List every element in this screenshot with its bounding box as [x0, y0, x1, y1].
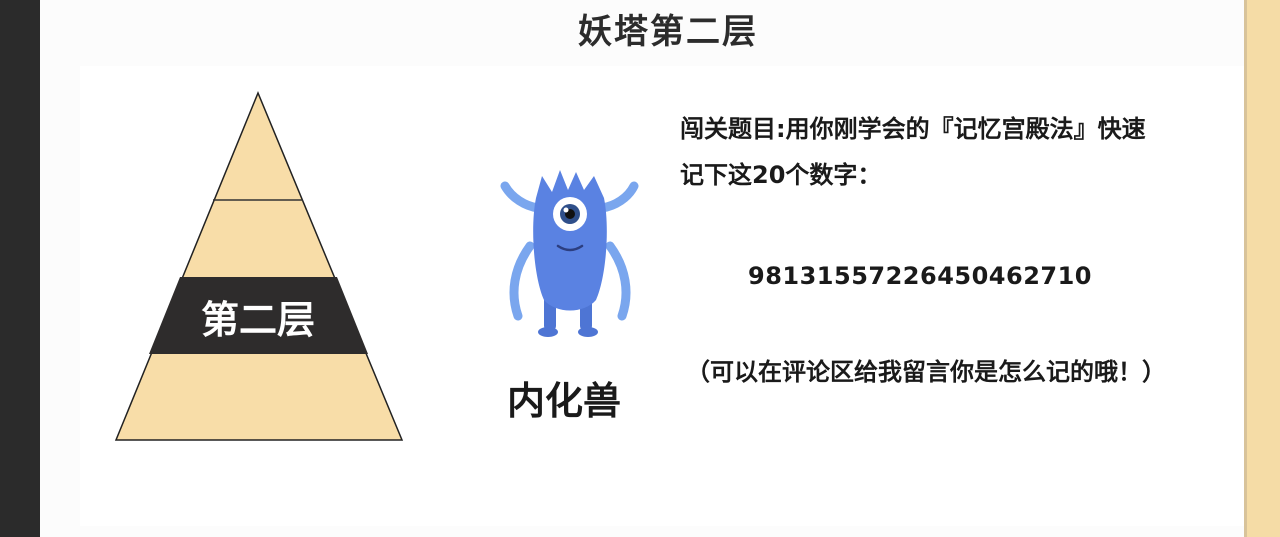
- slide-title: 妖塔第二层: [578, 12, 758, 52]
- right-frame-bar: [1244, 0, 1280, 537]
- challenge-digits: 98131557226450462710: [748, 262, 1092, 290]
- left-frame-bar: [0, 0, 40, 537]
- monster-left-foot: [538, 327, 558, 337]
- challenge-question-line-1: 闯关题目:用你刚学会的『记忆宫殿法』快速: [680, 115, 1146, 143]
- pyramid-shape: [114, 91, 404, 441]
- tower-pyramid: 第二层: [114, 91, 404, 441]
- monster-name: 内化兽: [506, 379, 621, 423]
- monster-right-arm: [605, 241, 631, 321]
- right-frame-edge: [1244, 0, 1247, 537]
- monster-right-foot: [578, 327, 598, 337]
- blue-monster-icon: [500, 170, 639, 337]
- pyramid-highlight-label: 第二层: [201, 298, 315, 342]
- monster-left-horn: [500, 181, 543, 213]
- challenge-note: （可以在评论区给我留言你是怎么记的哦！）: [686, 358, 1166, 386]
- monster-right-horn: [597, 181, 639, 213]
- monster-left-arm: [509, 241, 535, 321]
- monster-body: [533, 170, 607, 311]
- challenge-question: 闯关题目:用你刚学会的『记忆宫殿法』快速 记下这20个数字：: [680, 106, 1200, 198]
- monster-eye-glint: [563, 207, 569, 213]
- challenge-question-line-2: 记下这20个数字：: [680, 161, 882, 189]
